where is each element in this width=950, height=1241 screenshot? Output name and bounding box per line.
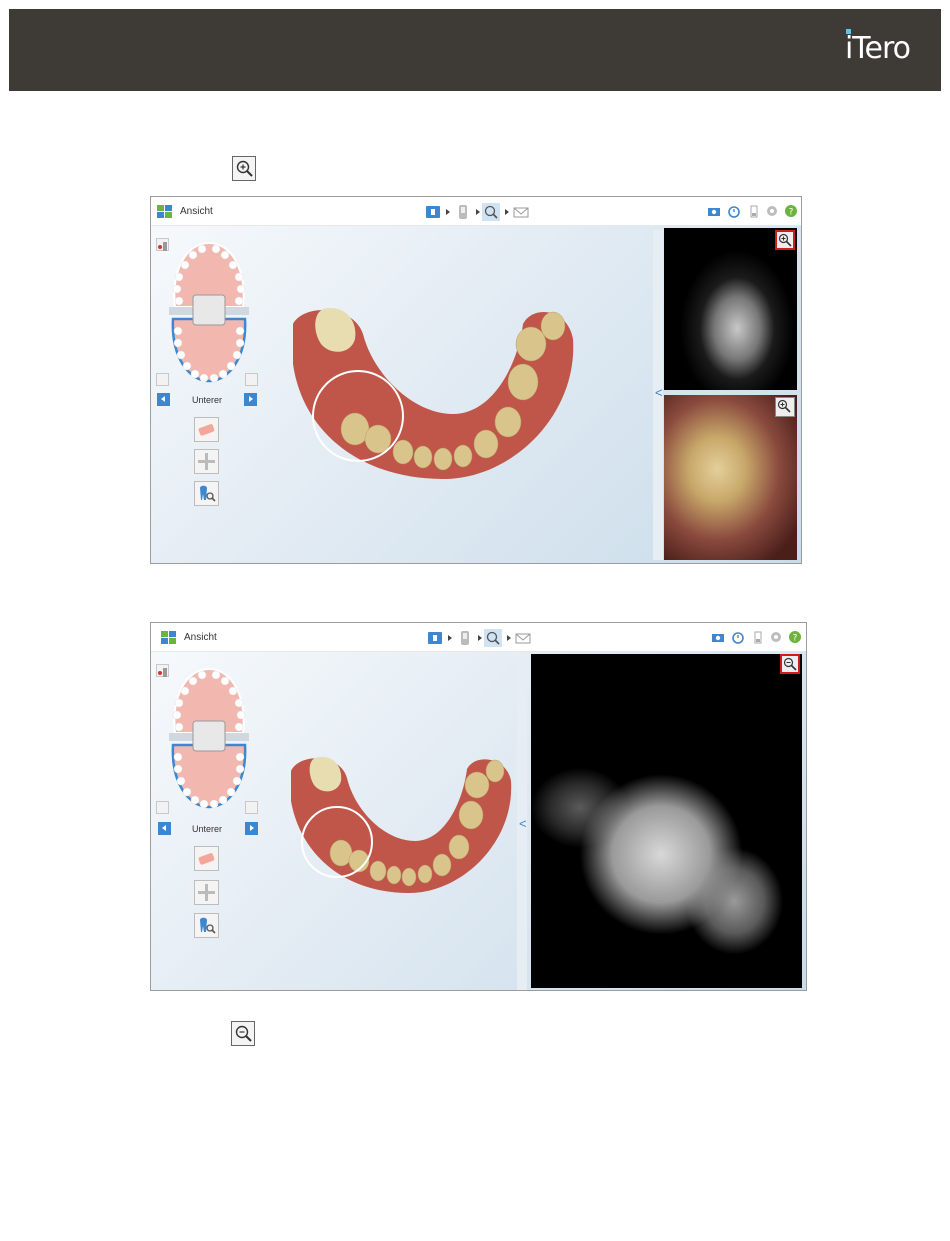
step-arrow-icon — [448, 635, 452, 641]
left-side-panel: Unterer — [151, 652, 259, 990]
prev-arch-button[interactable] — [157, 393, 170, 406]
panel-collapse-handle[interactable]: < — [517, 654, 527, 990]
toggle-upper-icon[interactable] — [156, 664, 169, 677]
patient-icon[interactable] — [424, 203, 442, 221]
step-arrow-icon — [507, 635, 511, 641]
scan-icon[interactable] — [456, 629, 474, 647]
eraser-button[interactable] — [194, 417, 219, 442]
move-tool-button[interactable] — [194, 449, 219, 474]
toggle-upper-icon[interactable] — [156, 238, 169, 251]
zoom-out-icon — [231, 1021, 255, 1046]
help-icon[interactable]: ? — [784, 204, 798, 218]
jaw-diagram[interactable] — [169, 238, 249, 386]
send-icon[interactable] — [514, 629, 532, 647]
workflow-steps — [426, 629, 536, 647]
color-image-panel[interactable] — [664, 395, 797, 560]
timer-icon[interactable] — [727, 204, 741, 218]
logo-text: iTero — [844, 31, 911, 66]
panel-collapse-handle[interactable]: < — [653, 230, 663, 560]
logo-dot — [845, 29, 851, 34]
toolbar-tools: ? — [711, 630, 803, 646]
move-tool-button[interactable] — [194, 880, 219, 905]
view-icon[interactable] — [484, 629, 502, 647]
toolbar-tools: ? — [707, 204, 799, 220]
screenshot-view-enlarged: Ansicht ? Unterer < — [150, 622, 807, 991]
nir-image-panel[interactable] — [664, 228, 797, 390]
step-arrow-icon — [446, 209, 450, 215]
toggle-left-icon[interactable] — [156, 801, 169, 814]
view-title: Ansicht — [184, 632, 217, 643]
jaw-3d-model[interactable] — [283, 304, 583, 479]
settings-icon[interactable] — [765, 204, 779, 218]
timer-icon[interactable] — [731, 630, 745, 644]
workflow-steps — [424, 203, 534, 221]
camera-icon[interactable] — [707, 204, 721, 218]
jaw-3d-model[interactable] — [285, 753, 515, 893]
step-arrow-icon — [505, 209, 509, 215]
zoom-in-icon — [232, 156, 256, 181]
camera-icon[interactable] — [711, 630, 725, 644]
arch-label: Unterer — [191, 395, 222, 405]
settings-icon[interactable] — [769, 630, 783, 644]
itero-logo: iTero — [844, 29, 911, 66]
app-grid-icon[interactable] — [161, 631, 176, 645]
screenshot-view-split: Ansicht ? Unterer < — [150, 196, 802, 564]
send-icon[interactable] — [512, 203, 530, 221]
app-toolbar: Ansicht ? — [151, 623, 806, 652]
toggle-left-icon[interactable] — [156, 373, 169, 386]
battery-icon — [747, 204, 761, 218]
next-arch-button[interactable] — [245, 822, 258, 835]
zoom-in-button[interactable] — [775, 230, 795, 250]
zoom-out-button[interactable] — [780, 654, 800, 674]
jaw-diagram[interactable] — [169, 664, 249, 812]
view-icon[interactable] — [482, 203, 500, 221]
document-header: iTero — [9, 9, 941, 91]
svg-text:?: ? — [793, 634, 798, 644]
zoom-in-button-color[interactable] — [775, 397, 795, 417]
arch-label: Unterer — [191, 824, 222, 834]
review-tool-button[interactable] — [194, 481, 219, 506]
next-arch-button[interactable] — [244, 393, 257, 406]
battery-icon — [751, 630, 765, 644]
scan-icon[interactable] — [454, 203, 472, 221]
patient-icon[interactable] — [426, 629, 444, 647]
nir-image-enlarged-panel[interactable] — [531, 654, 802, 988]
view-title: Ansicht — [180, 206, 213, 217]
eraser-button[interactable] — [194, 846, 219, 871]
step-arrow-icon — [476, 209, 480, 215]
help-icon[interactable]: ? — [788, 630, 802, 644]
toggle-right-icon[interactable] — [245, 373, 258, 386]
app-toolbar: Ansicht ? — [151, 197, 801, 226]
app-grid-icon[interactable] — [157, 205, 172, 219]
svg-text:?: ? — [789, 208, 794, 218]
prev-arch-button[interactable] — [158, 822, 171, 835]
review-tool-button[interactable] — [194, 913, 219, 938]
left-side-panel: Unterer — [151, 226, 259, 563]
step-arrow-icon — [478, 635, 482, 641]
toggle-right-icon[interactable] — [245, 801, 258, 814]
